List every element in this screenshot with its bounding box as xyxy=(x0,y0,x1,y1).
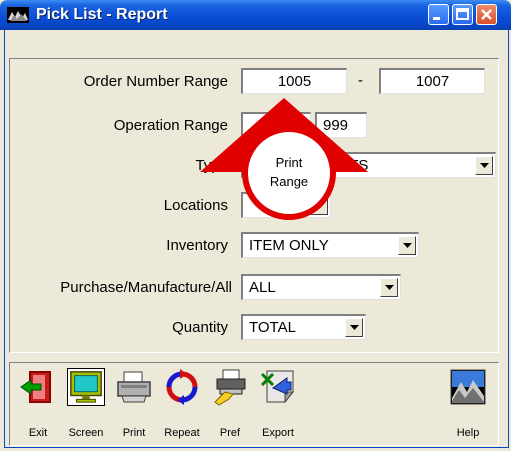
quantity-label: Quantity xyxy=(172,319,228,336)
operation-to-input[interactable]: 999 xyxy=(315,112,367,138)
preferences-printer-hand-icon xyxy=(214,369,246,406)
locations-dropdown-button[interactable] xyxy=(310,196,328,215)
repeat-arrows-icon xyxy=(166,369,198,405)
type-value: ITS xyxy=(345,157,369,174)
chevron-down-icon xyxy=(350,325,359,330)
pref-caption: Pref xyxy=(219,427,241,439)
help-mountains-icon xyxy=(450,369,486,405)
purchase-manufacture-all-dropdown-button[interactable] xyxy=(380,278,398,297)
close-icon xyxy=(481,9,492,20)
exit-door-icon xyxy=(20,371,51,403)
print-button[interactable]: Print xyxy=(110,365,158,443)
app-logo-icon xyxy=(7,7,29,23)
maximize-icon xyxy=(456,8,469,20)
window-title: Pick List - Report xyxy=(36,6,168,23)
chevron-down-icon xyxy=(403,243,412,248)
callout-line-1: Print xyxy=(275,155,303,170)
order-number-to-input[interactable]: 1007 xyxy=(379,68,485,94)
print-caption: Print xyxy=(122,427,146,439)
screen-caption: Screen xyxy=(68,427,104,439)
order-number-from-input[interactable]: 1005 xyxy=(241,68,347,94)
toolbar: Exit Screen Print Repeat Pref Export Hel… xyxy=(9,362,499,446)
chevron-down-icon xyxy=(315,203,324,208)
repeat-caption: Repeat xyxy=(164,427,200,439)
type-label: Type xyxy=(195,157,228,174)
pick-list-report-window: Pick List - Report Order Number Range 10… xyxy=(0,0,511,451)
export-caption: Export xyxy=(262,427,294,439)
quantity-dropdown-button[interactable] xyxy=(345,318,363,337)
order-number-range-label: Order Number Range xyxy=(83,73,228,90)
exit-button[interactable]: Exit xyxy=(14,365,62,443)
purchase-manufacture-all-label: Purchase/Manufacture/All xyxy=(60,279,232,296)
export-button[interactable]: Export xyxy=(254,365,302,443)
chevron-down-icon xyxy=(385,285,394,290)
export-icon xyxy=(260,370,295,404)
help-button[interactable]: Help xyxy=(444,365,492,443)
inventory-select[interactable]: ITEM ONLY xyxy=(241,232,419,258)
title-bar[interactable]: Pick List - Report xyxy=(0,0,511,30)
purchase-manufacture-all-select[interactable]: ALL xyxy=(241,274,401,300)
range-separator: - xyxy=(358,72,363,89)
pref-button[interactable]: Pref xyxy=(206,365,254,443)
inventory-dropdown-button[interactable] xyxy=(398,236,416,255)
locations-label: Locations xyxy=(163,197,228,214)
close-button[interactable] xyxy=(476,4,497,25)
maximize-button[interactable] xyxy=(452,4,473,25)
chevron-down-icon xyxy=(480,163,489,168)
callout-text: Print Range xyxy=(248,153,330,191)
inventory-value: ITEM ONLY xyxy=(249,237,329,254)
operation-range-label: Operation Range xyxy=(113,117,228,134)
inventory-label: Inventory xyxy=(166,237,228,254)
repeat-button[interactable]: Repeat xyxy=(158,365,206,443)
monitor-icon xyxy=(67,368,105,406)
callout-line-2: Range xyxy=(269,174,309,189)
quantity-value: TOTAL xyxy=(249,319,296,336)
type-dropdown-button[interactable] xyxy=(475,156,493,175)
printer-icon xyxy=(117,371,151,403)
minimize-button[interactable] xyxy=(428,4,449,25)
purchase-manufacture-all-value: ALL xyxy=(249,279,276,296)
exit-caption: Exit xyxy=(28,427,48,439)
minimize-icon xyxy=(433,17,440,20)
quantity-select[interactable]: TOTAL xyxy=(241,314,366,340)
help-caption: Help xyxy=(456,427,480,439)
operation-from-input[interactable] xyxy=(241,112,311,138)
screen-button[interactable]: Screen xyxy=(62,365,110,443)
locations-select[interactable] xyxy=(241,192,331,218)
